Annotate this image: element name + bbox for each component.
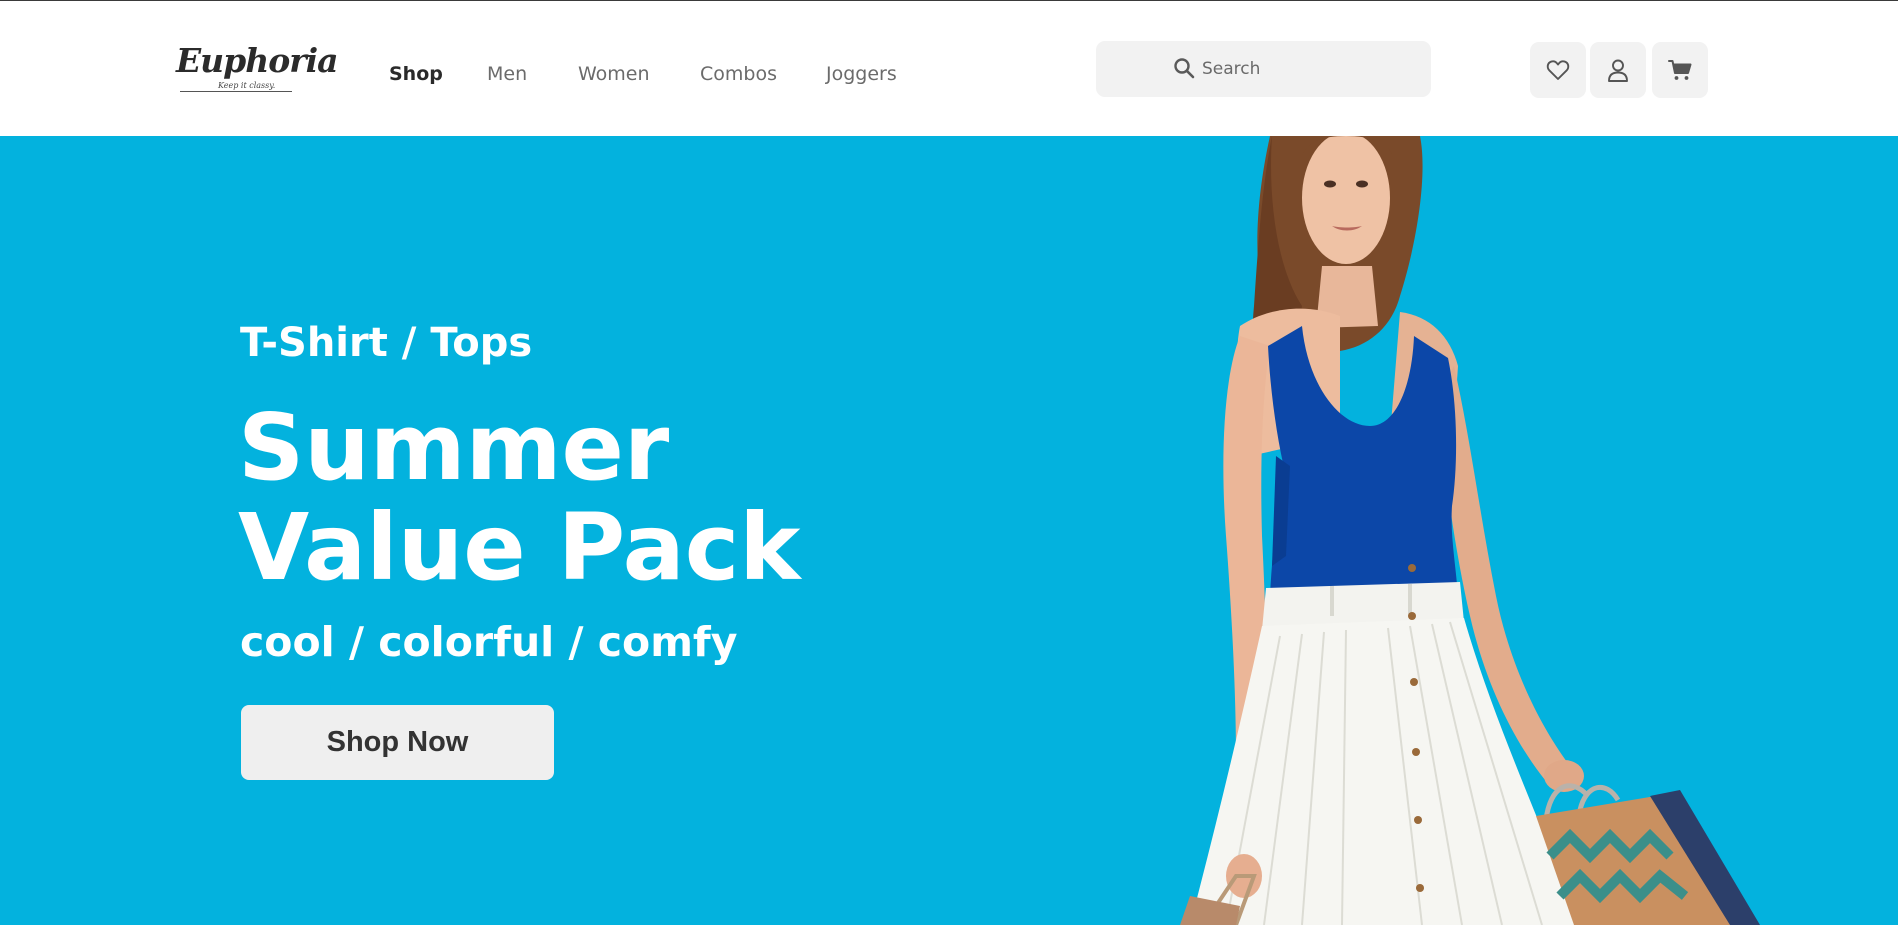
nav-item-men[interactable]: Men (487, 63, 527, 85)
cart-button[interactable] (1652, 42, 1708, 98)
heart-icon (1546, 60, 1570, 80)
hero-banner: T-Shirt / Tops Summer Value Pack cool / … (0, 136, 1898, 925)
nav-item-combos[interactable]: Combos (700, 63, 777, 85)
nav-item-joggers[interactable]: Joggers (826, 63, 897, 85)
brand-name: Euphoria (176, 41, 339, 80)
brand-logo[interactable]: Euphoria Keep it classy. (176, 41, 339, 97)
hero-tagline: cool / colorful / comfy (240, 618, 738, 666)
shop-now-button[interactable]: Shop Now (241, 705, 554, 780)
brand-tagline: Keep it classy. (218, 81, 276, 90)
logo-underline (180, 91, 292, 92)
cart-icon (1668, 60, 1692, 80)
hero-title-line1: Summer (238, 394, 670, 501)
search-input[interactable] (1202, 53, 1412, 85)
search-box[interactable] (1096, 41, 1431, 97)
nav-item-women[interactable]: Women (578, 63, 650, 85)
nav-item-shop[interactable]: Shop (389, 63, 443, 85)
hero-category: T-Shirt / Tops (240, 320, 533, 366)
account-button[interactable] (1590, 42, 1646, 98)
hero-title-line2: Value Pack (238, 494, 801, 601)
wishlist-button[interactable] (1530, 42, 1586, 98)
hero-model-image (1180, 136, 1760, 925)
site-header: Euphoria Keep it classy. Shop Men Women … (0, 1, 1898, 136)
hero-title: Summer Value Pack (238, 398, 800, 598)
search-icon[interactable] (1172, 56, 1196, 80)
user-icon (1608, 59, 1628, 82)
